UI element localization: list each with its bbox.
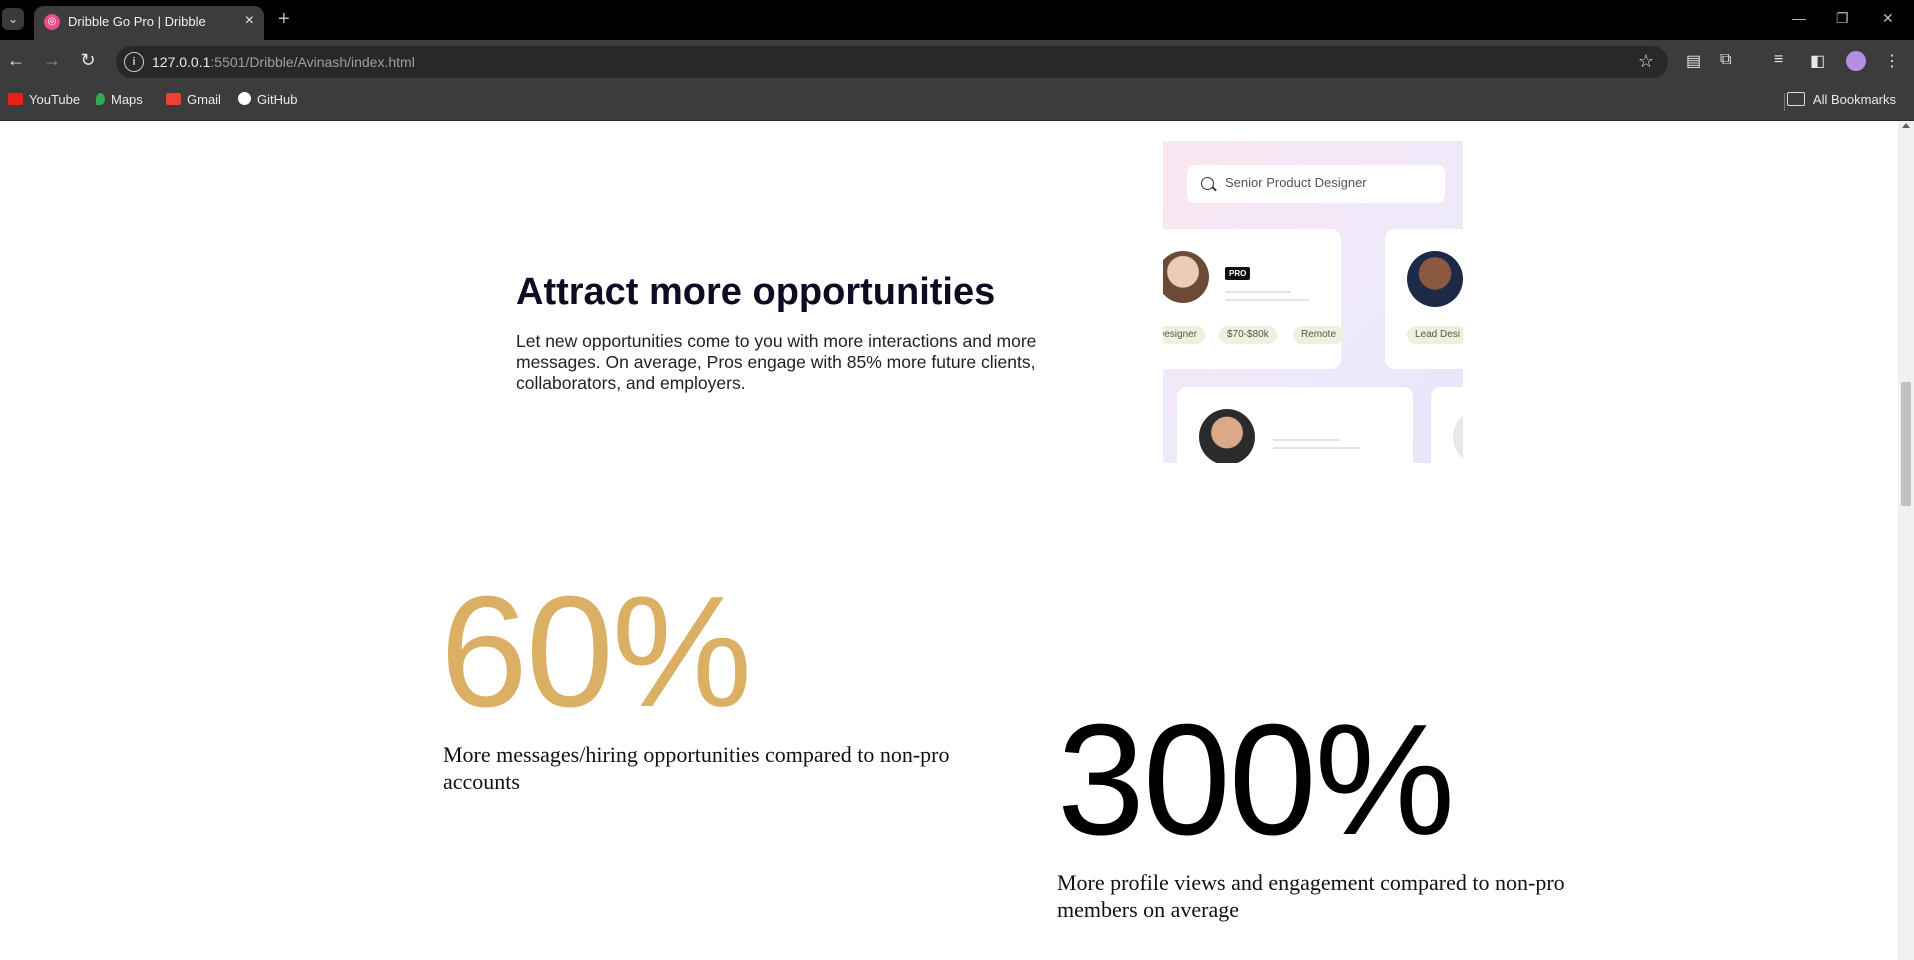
mock-search-bar: Senior Product Designer — [1187, 165, 1445, 203]
placeholder-line — [1273, 439, 1339, 441]
address-bar[interactable]: i 127.0.0.1:5501/Dribble/Avinash/index.h… — [116, 46, 1668, 78]
browser-toolbar: ← → ↻ i 127.0.0.1:5501/Dribble/Avinash/i… — [0, 40, 1914, 84]
new-tab-button[interactable]: + — [278, 8, 290, 31]
profile-avatar — [1199, 409, 1255, 463]
placeholder-line — [1225, 299, 1309, 301]
mock-search-text: Senior Product Designer — [1225, 175, 1367, 190]
close-window-icon[interactable]: ✕ — [1882, 10, 1894, 27]
extensions-icon[interactable]: ⧉ — [1720, 51, 1731, 69]
designer-avatar — [1163, 251, 1209, 303]
close-tab-icon[interactable]: × — [245, 12, 254, 30]
tab-search-button[interactable]: ⌄ — [2, 8, 24, 30]
lead-designer-avatar — [1407, 251, 1463, 307]
tab-title: Dribble Go Pro | Dribble — [68, 14, 206, 29]
mock-profile-card — [1431, 387, 1463, 463]
bookmark-gmail[interactable]: Gmail — [166, 92, 221, 107]
pro-badge: PRO — [1225, 267, 1251, 280]
scroll-thumb[interactable] — [1901, 382, 1911, 506]
folder-icon — [1786, 92, 1805, 106]
stat-value-messages: 60% — [440, 564, 752, 740]
placeholder-line — [1273, 447, 1359, 449]
bookmark-maps[interactable]: Maps — [96, 92, 143, 107]
maps-icon — [96, 93, 105, 105]
browser-tab[interactable]: ◎ Dribble Go Pro | Dribble × — [34, 6, 264, 40]
back-icon[interactable]: ← — [4, 50, 28, 71]
feature-description: Let new opportunities come to you with m… — [516, 331, 1037, 393]
cast-icon[interactable]: ▤ — [1686, 51, 1701, 71]
search-icon — [1201, 177, 1214, 190]
feature-title: Attract more opportunities — [516, 271, 996, 313]
placeholder-line — [1225, 291, 1291, 293]
all-bookmarks-button[interactable]: All Bookmarks — [1786, 92, 1896, 107]
mock-profile-card — [1177, 387, 1413, 463]
media-control-icon[interactable]: ≡ — [1774, 51, 1783, 69]
dribbble-favicon-icon: ◎ — [44, 14, 60, 30]
reload-icon[interactable]: ↻ — [76, 50, 100, 71]
restore-icon[interactable]: ❐ — [1836, 10, 1849, 27]
profile-avatar — [1453, 409, 1463, 463]
github-icon — [238, 92, 251, 105]
role-chip: Lead Desi — [1407, 326, 1463, 344]
mock-profile-card: PRO Designer $70-$80k Remote — [1163, 229, 1345, 369]
stat-value-profile-views: 300% — [1057, 692, 1455, 868]
skill-chip: Designer — [1163, 326, 1206, 344]
tab-bar: ⌄ ◎ Dribble Go Pro | Dribble × + — ❐ ✕ — [0, 0, 1914, 40]
scroll-up-arrow-icon[interactable] — [1902, 123, 1910, 128]
bookmark-star-icon[interactable]: ☆ — [1638, 51, 1654, 72]
url-text[interactable]: 127.0.0.1:5501/Dribble/Avinash/index.htm… — [152, 54, 415, 70]
forward-icon[interactable]: → — [40, 50, 64, 71]
stat-label-profile-views: More profile views and engagement compar… — [1057, 870, 1565, 922]
gmail-icon — [166, 93, 181, 105]
bookmark-github[interactable]: GitHub — [238, 92, 297, 107]
minimize-icon[interactable]: — — [1792, 10, 1806, 26]
youtube-icon — [8, 93, 23, 105]
mock-profile-card: Lead Desi — [1385, 229, 1463, 369]
bookmarks-divider — [1784, 93, 1785, 111]
side-panel-icon[interactable]: ◧ — [1810, 51, 1825, 71]
page-viewport: Attract more opportunities Let new oppor… — [0, 121, 1898, 960]
stat-label-messages: More messages/hiring opportunities compa… — [443, 742, 950, 794]
salary-chip: $70-$80k — [1219, 326, 1277, 344]
location-chip: Remote — [1293, 326, 1345, 344]
menu-icon[interactable]: ⋮ — [1884, 51, 1900, 71]
profile-search-mockup-image: Senior Product Designer PRO Designer $70… — [1163, 141, 1463, 463]
bookmarks-bar: YouTube Maps Gmail GitHub All Bookmarks — [0, 84, 1914, 121]
profile-avatar-icon[interactable] — [1846, 51, 1866, 71]
site-info-icon[interactable]: i — [124, 52, 144, 72]
bookmark-youtube[interactable]: YouTube — [8, 92, 80, 107]
page-scrollbar[interactable] — [1898, 121, 1914, 960]
